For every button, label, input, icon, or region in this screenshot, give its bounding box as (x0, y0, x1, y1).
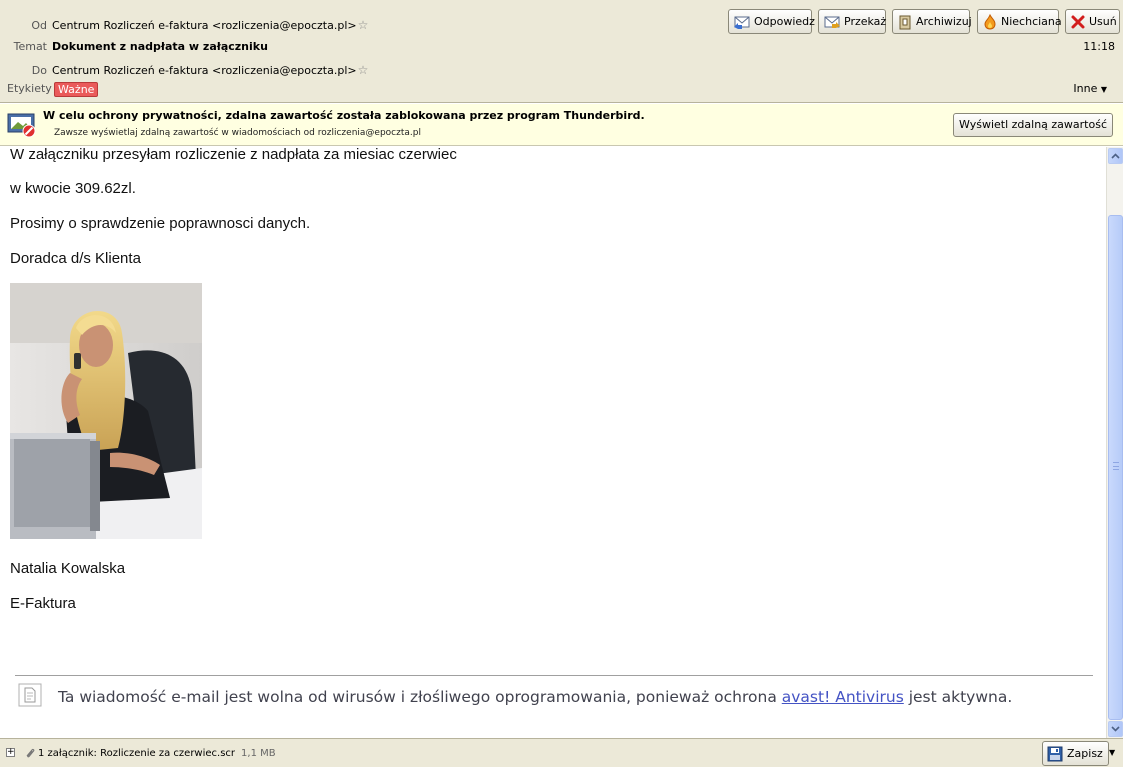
scroll-up-button[interactable] (1108, 148, 1123, 164)
forward-button[interactable]: Przekaż (818, 9, 886, 34)
remote-content-notification: W celu ochrony prywatności, zdalna zawar… (0, 104, 1123, 146)
body-line: Doradca d/s Klienta (10, 250, 141, 267)
archive-box-icon (899, 15, 911, 29)
chevron-down-icon: ▼ (1100, 85, 1107, 94)
other-label: Inne (1073, 82, 1098, 95)
from-label: Od (31, 19, 47, 32)
from-row: Od Centrum Rozliczeń e-faktura <rozliczen… (0, 16, 368, 34)
red-x-icon (1071, 15, 1085, 28)
to-row: Do Centrum Rozliczeń e-faktura <rozliczen… (0, 61, 369, 79)
attachment-name: 1 załącznik: Rozliczenie za czerwiec.scr (38, 748, 236, 759)
tag-badge[interactable]: Ważne (54, 82, 99, 97)
tags-label: Etykiety (7, 82, 52, 95)
floppy-disk-icon (1047, 746, 1063, 761)
body-line: W załączniku przesyłam rozliczenie z nad… (10, 147, 457, 163)
junk-button[interactable]: Niechciana (977, 9, 1062, 34)
always-show-remote-option[interactable]: Zawsze wyświetlaj zdalną zawartość w wia… (54, 128, 421, 138)
grip-icon (1113, 462, 1119, 470)
chevron-down-icon (1111, 726, 1120, 732)
expand-attachments-toggle[interactable]: + (6, 748, 15, 757)
signature-divider (15, 675, 1093, 676)
flame-icon (984, 13, 996, 30)
subject-label: Temat (13, 40, 47, 53)
document-icon (18, 683, 42, 707)
save-label: Zapisz (1067, 747, 1103, 760)
scrollbar-thumb[interactable] (1108, 215, 1123, 720)
attachment-bar: + 1 załącznik: Rozliczenie za czerwiec.s… (0, 738, 1123, 767)
signature-photo (10, 283, 202, 539)
envelope-reply-icon (734, 16, 750, 29)
forward-label: Przekaż (844, 15, 887, 28)
scroll-down-button[interactable] (1108, 721, 1123, 737)
reply-label: Odpowiedz (754, 15, 815, 28)
avast-link[interactable]: avast! Antivirus (782, 688, 904, 706)
star-icon[interactable]: ☆ (358, 63, 369, 77)
message-header: Od Centrum Rozliczeń e-faktura <rozliczen… (0, 0, 1123, 103)
archive-button[interactable]: Archiwizuj (892, 9, 972, 34)
message-body: W załączniku przesyłam rozliczenie z nad… (0, 147, 1106, 738)
antivirus-notice-before: Ta wiadomość e-mail jest wolna od wirusó… (58, 688, 782, 706)
message-time: 11:18 (1083, 40, 1115, 53)
subject-value: Dokument z nadpłata w załączniku (52, 40, 268, 53)
star-icon[interactable]: ☆ (358, 18, 369, 32)
vertical-scrollbar[interactable] (1106, 147, 1123, 738)
subject-row: Temat Dokument z nadpłata w załączniku (0, 38, 268, 56)
show-remote-content-button[interactable]: Wyświetl zdalną zawartość (953, 113, 1113, 137)
antivirus-notice-after: jest aktywna. (903, 688, 1013, 706)
archive-label: Archiwizuj (916, 15, 972, 28)
to-label: Do (31, 64, 47, 77)
delete-button[interactable]: Usuń (1065, 9, 1120, 34)
remote-content-message: W celu ochrony prywatności, zdalna zawar… (43, 109, 645, 122)
blocked-image-icon (7, 113, 36, 138)
paperclip-icon (26, 748, 35, 758)
to-value[interactable]: Centrum Rozliczeń e-faktura <rozliczenia… (52, 64, 357, 77)
body-line: w kwocie 309.62zl. (10, 180, 136, 197)
save-menu-dropdown[interactable]: ▼ (1109, 748, 1115, 757)
antivirus-notice: Ta wiadomość e-mail jest wolna od wirusó… (58, 688, 1012, 706)
other-actions-button[interactable]: Inne ▼ (1073, 81, 1107, 98)
delete-label: Usuń (1089, 15, 1117, 28)
signature-company: E-Faktura (10, 595, 76, 612)
save-attachment-button[interactable]: Zapisz (1042, 741, 1109, 766)
body-line: Prosimy o sprawdzenie poprawnosci danych… (10, 215, 311, 232)
reply-button[interactable]: Odpowiedz (728, 9, 815, 34)
envelope-forward-icon (824, 16, 840, 28)
chevron-up-icon (1111, 153, 1120, 159)
signature-name: Natalia Kowalska (10, 560, 126, 577)
junk-label: Niechciana (1001, 15, 1062, 28)
from-value[interactable]: Centrum Rozliczeń e-faktura <rozliczenia… (52, 19, 357, 32)
attachment-item[interactable]: 1 załącznik: Rozliczenie za czerwiec.scr… (38, 748, 276, 760)
attachment-size: 1,1 MB (241, 748, 276, 759)
